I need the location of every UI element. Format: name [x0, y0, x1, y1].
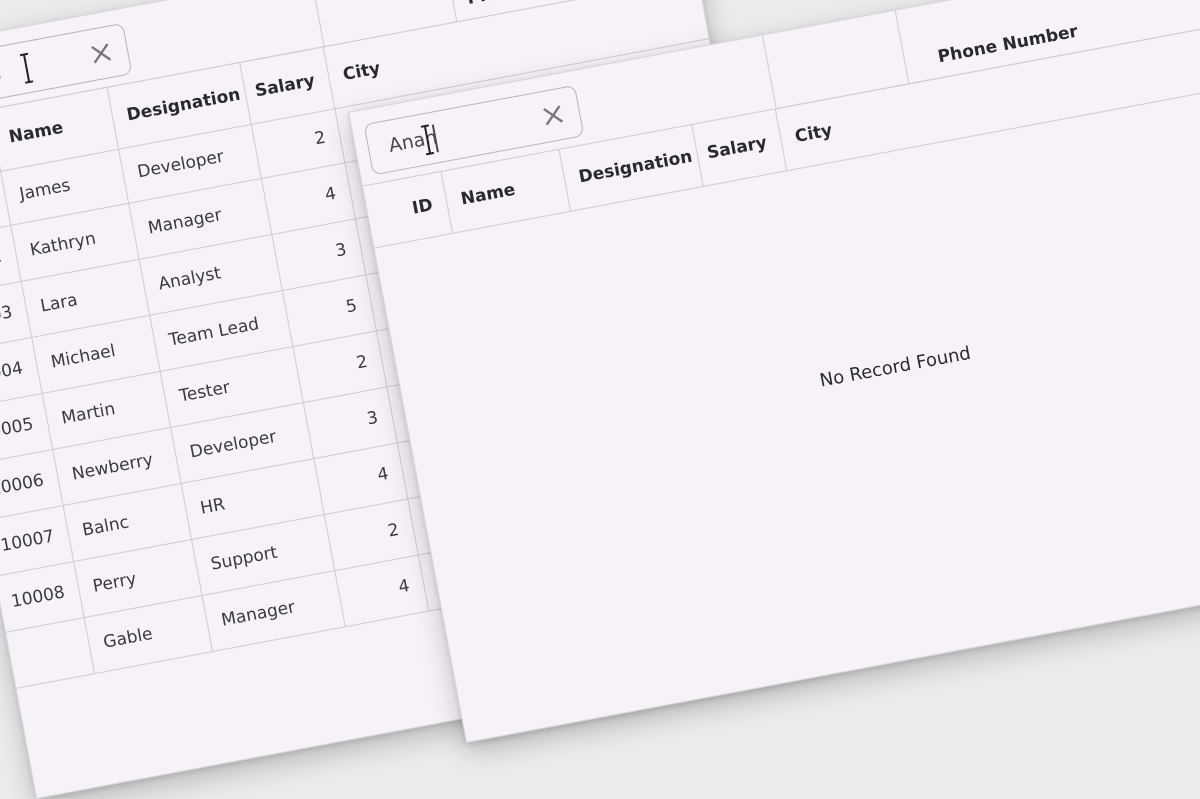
front-header-salary[interactable]: Salary	[692, 109, 788, 186]
front-datagrid-card: Phone Number ID Name Designation Salary …	[348, 0, 1200, 744]
close-icon[interactable]	[539, 101, 567, 129]
empty-state-message: No Record Found	[818, 342, 973, 392]
front-header-id[interactable]: ID	[362, 171, 454, 248]
front-header-name[interactable]: Name	[441, 149, 571, 233]
front-header-designation[interactable]: Designation	[559, 124, 704, 211]
front-search-input[interactable]	[367, 107, 539, 161]
